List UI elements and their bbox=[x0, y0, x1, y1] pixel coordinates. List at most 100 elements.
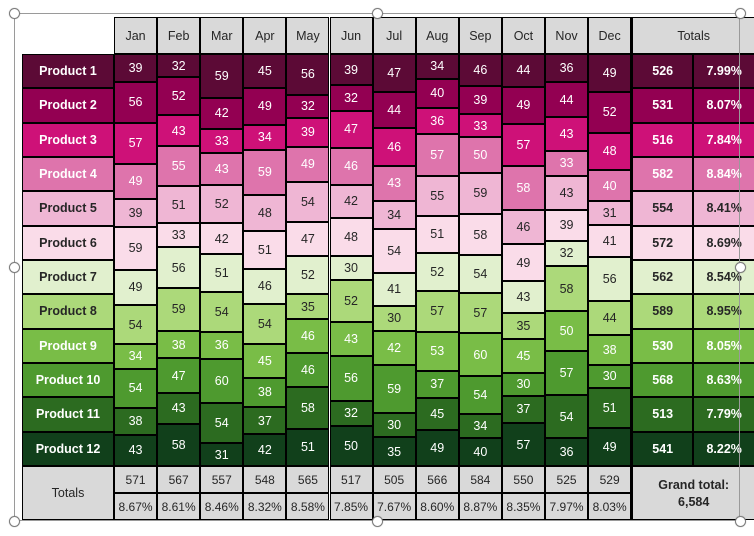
heatmap-cell[interactable]: 33 bbox=[200, 128, 244, 154]
heatmap-cell[interactable]: 57 bbox=[501, 423, 545, 466]
column-total-value[interactable]: 550 bbox=[501, 466, 545, 493]
resize-handle-top-right[interactable] bbox=[735, 8, 746, 19]
column-total-value[interactable]: 566 bbox=[415, 466, 459, 493]
heatmap-cell[interactable]: 49 bbox=[114, 269, 158, 306]
row-total-value[interactable]: 516 bbox=[631, 122, 694, 157]
heatmap-cell[interactable]: 54 bbox=[286, 182, 330, 222]
heatmap-cell[interactable]: 57 bbox=[415, 290, 459, 333]
heatmap-cell[interactable]: 49 bbox=[501, 244, 545, 281]
heatmap-cell[interactable]: 48 bbox=[588, 132, 632, 171]
row-total-percent[interactable]: 8.69% bbox=[693, 225, 754, 260]
heatmap-cell[interactable]: 56 bbox=[286, 54, 330, 95]
column-header-jun[interactable]: Jun bbox=[329, 17, 373, 54]
heatmap-cell[interactable]: 46 bbox=[501, 209, 545, 245]
heatmap-cell[interactable]: 54 bbox=[114, 368, 158, 408]
heatmap-cell[interactable]: 35 bbox=[286, 293, 330, 320]
column-total-value[interactable]: 548 bbox=[243, 466, 287, 493]
heatmap-cell[interactable]: 39 bbox=[286, 118, 330, 147]
heatmap-cell[interactable]: 54 bbox=[200, 403, 244, 444]
heatmap-cell[interactable]: 58 bbox=[501, 166, 545, 210]
heatmap-cell[interactable]: 49 bbox=[286, 146, 330, 183]
heatmap-cell[interactable]: 45 bbox=[243, 54, 287, 88]
heatmap-cell[interactable]: 35 bbox=[372, 437, 416, 466]
heatmap-cell[interactable]: 59 bbox=[243, 150, 287, 195]
heatmap-cell[interactable]: 47 bbox=[286, 221, 330, 256]
heatmap-cell[interactable]: 41 bbox=[588, 225, 632, 258]
row-label-product-6[interactable]: Product 6 bbox=[22, 225, 114, 260]
heatmap-cell[interactable]: 52 bbox=[415, 252, 459, 291]
row-total-value[interactable]: 589 bbox=[631, 294, 694, 329]
heatmap-cell[interactable]: 43 bbox=[329, 321, 373, 357]
heatmap-cell[interactable]: 38 bbox=[243, 378, 287, 407]
heatmap-cell[interactable]: 50 bbox=[329, 426, 373, 466]
heatmap-cell[interactable]: 59 bbox=[157, 287, 201, 331]
row-total-percent[interactable]: 7.79% bbox=[693, 397, 754, 432]
heatmap-cell[interactable]: 49 bbox=[501, 86, 545, 124]
heatmap-cell[interactable]: 39 bbox=[329, 54, 373, 86]
column-header-nov[interactable]: Nov bbox=[545, 17, 589, 54]
heatmap-cell[interactable]: 51 bbox=[415, 215, 459, 253]
heatmap-cell[interactable]: 53 bbox=[415, 332, 459, 371]
heatmap-cell[interactable]: 37 bbox=[501, 395, 545, 424]
column-total-percent[interactable]: 8.35% bbox=[501, 493, 545, 520]
heatmap-cell[interactable]: 31 bbox=[588, 201, 632, 226]
column-total-percent[interactable]: 7.97% bbox=[545, 493, 589, 520]
heatmap-cell[interactable]: 44 bbox=[588, 300, 632, 336]
heatmap-cell[interactable]: 60 bbox=[200, 358, 244, 404]
heatmap-cell[interactable]: 52 bbox=[329, 280, 373, 322]
heatmap-cell[interactable]: 51 bbox=[243, 230, 287, 269]
heatmap-cell[interactable]: 49 bbox=[114, 163, 158, 200]
column-header-jan[interactable]: Jan bbox=[114, 17, 158, 54]
heatmap-cell[interactable]: 35 bbox=[501, 313, 545, 340]
heatmap-cell[interactable]: 34 bbox=[114, 344, 158, 369]
heatmap-cell[interactable]: 37 bbox=[415, 370, 459, 398]
heatmap-cell[interactable]: 30 bbox=[588, 364, 632, 389]
heatmap-cell[interactable]: 51 bbox=[286, 428, 330, 466]
column-header-sep[interactable]: Sep bbox=[458, 17, 502, 54]
row-total-percent[interactable]: 8.07% bbox=[693, 88, 754, 123]
heatmap-cell[interactable]: 46 bbox=[243, 269, 287, 304]
row-total-value[interactable]: 541 bbox=[631, 431, 694, 466]
heatmap-cell[interactable]: 42 bbox=[200, 223, 244, 255]
heatmap-cell[interactable]: 38 bbox=[588, 335, 632, 365]
heatmap-cell[interactable]: 46 bbox=[329, 148, 373, 185]
row-total-value[interactable]: 513 bbox=[631, 397, 694, 432]
heatmap-cell[interactable]: 42 bbox=[200, 97, 244, 129]
row-label-product-1[interactable]: Product 1 bbox=[22, 54, 114, 89]
column-total-value[interactable]: 565 bbox=[286, 466, 330, 493]
resize-handle-top-center[interactable] bbox=[372, 8, 383, 19]
row-label-product-4[interactable]: Product 4 bbox=[22, 157, 114, 192]
heatmap-cell[interactable]: 58 bbox=[286, 386, 330, 429]
row-total-percent[interactable]: 8.84% bbox=[693, 157, 754, 192]
heatmap-cell[interactable]: 54 bbox=[458, 255, 502, 294]
heatmap-cell[interactable]: 32 bbox=[157, 54, 201, 78]
heatmap-cell[interactable]: 44 bbox=[372, 92, 416, 129]
heatmap-cell[interactable]: 45 bbox=[415, 397, 459, 431]
row-total-value[interactable]: 554 bbox=[631, 191, 694, 226]
heatmap-cell[interactable]: 48 bbox=[243, 194, 287, 231]
column-total-percent[interactable]: 8.58% bbox=[286, 493, 330, 520]
heatmap-cell[interactable]: 46 bbox=[286, 352, 330, 387]
row-total-percent[interactable]: 8.05% bbox=[693, 328, 754, 363]
heatmap-cell[interactable]: 60 bbox=[458, 333, 502, 376]
row-total-value[interactable]: 526 bbox=[631, 54, 694, 89]
heatmap-cell[interactable]: 59 bbox=[114, 227, 158, 270]
heatmap-cell[interactable]: 42 bbox=[329, 184, 373, 219]
row-total-value[interactable]: 530 bbox=[631, 328, 694, 363]
heatmap-cell[interactable]: 41 bbox=[372, 272, 416, 307]
row-total-value[interactable]: 531 bbox=[631, 88, 694, 123]
heatmap-cell[interactable]: 54 bbox=[458, 375, 502, 414]
heatmap-cell[interactable]: 37 bbox=[243, 406, 287, 435]
column-total-percent[interactable]: 8.32% bbox=[243, 493, 287, 520]
column-header-feb[interactable]: Feb bbox=[157, 17, 201, 54]
row-label-product-7[interactable]: Product 7 bbox=[22, 260, 114, 295]
heatmap-cell[interactable]: 46 bbox=[458, 54, 502, 87]
heatmap-cell[interactable]: 52 bbox=[286, 255, 330, 294]
column-total-value[interactable]: 567 bbox=[157, 466, 201, 493]
heatmap-cell[interactable]: 47 bbox=[157, 358, 201, 393]
heatmap-cell[interactable]: 32 bbox=[329, 85, 373, 111]
heatmap-cell[interactable]: 47 bbox=[372, 54, 416, 93]
row-total-percent[interactable]: 8.63% bbox=[693, 363, 754, 398]
column-header-oct[interactable]: Oct bbox=[501, 17, 545, 54]
column-header-dec[interactable]: Dec bbox=[588, 17, 632, 54]
